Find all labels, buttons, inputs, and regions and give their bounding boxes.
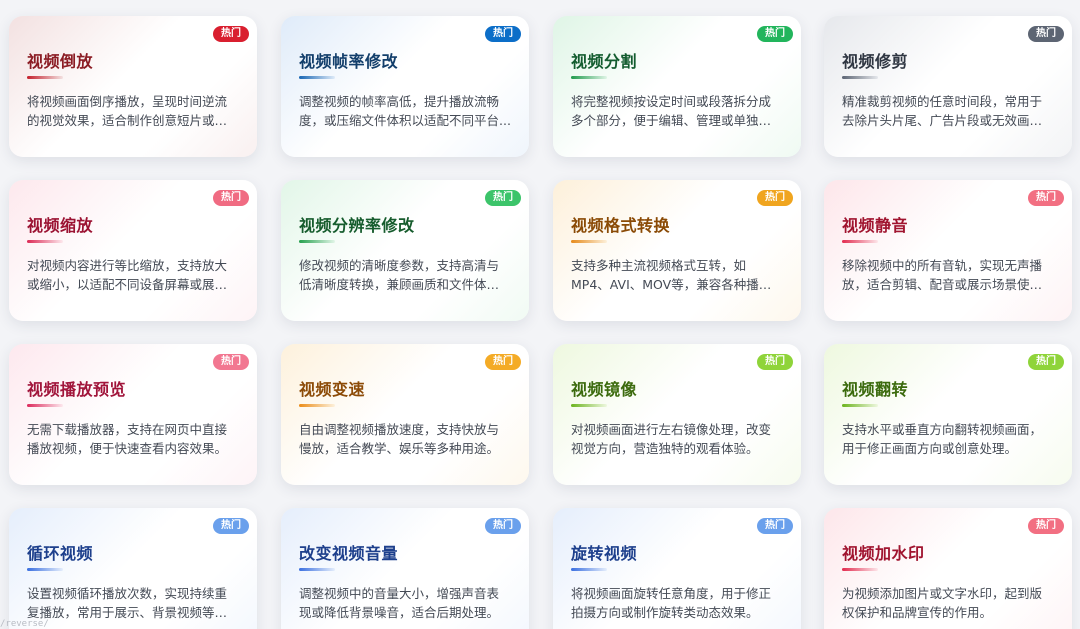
title-underline [27,76,63,79]
title-underline [842,240,878,243]
card-title: 视频倒放 [27,52,94,71]
card-title: 循环视频 [27,544,94,563]
tool-card[interactable]: 热门 视频缩放 对视频内容进行等比缩放，支持放大或缩小，以适配不同设备屏幕或展示… [9,180,257,321]
tool-card[interactable]: 热门 视频倒放 将视频画面倒序播放，呈现时间逆流的视觉效果，适合制作创意短片或特… [9,16,257,157]
card-title: 视频播放预览 [27,380,127,399]
card-title: 视频静音 [842,216,909,235]
card-description: 支持水平或垂直方向翻转视频画面，用于修正画面方向或创意处理。 [842,422,1043,456]
hot-badge: 热门 [757,518,793,534]
title-underline [842,568,878,571]
title-underline [299,568,335,571]
card-title: 视频分割 [571,52,638,71]
tool-card[interactable]: 热门 视频镜像 对视频画面进行左右镜像处理，改变视觉方向，营造独特的观看体验。 [553,344,801,485]
card-description: 对视频内容进行等比缩放，支持放大或缩小，以适配不同设备屏幕或展示需... [27,258,228,292]
hot-badge: 热门 [1028,354,1064,370]
hot-badge: 热门 [1028,190,1064,206]
tool-card[interactable]: 热门 循环视频 设置视频循环播放次数，实现持续重复播放，常用于展示、背景视频等场… [9,508,257,629]
tool-card[interactable]: 热门 视频修剪 精准裁剪视频的任意时间段，常用于去除片头片尾、广告片段或无效画面… [824,16,1072,157]
title-underline [299,240,335,243]
tool-card[interactable]: 热门 视频翻转 支持水平或垂直方向翻转视频画面，用于修正画面方向或创意处理。 [824,344,1072,485]
card-description: 将视频画面倒序播放，呈现时间逆流的视觉效果，适合制作创意短片或特效... [27,94,228,128]
hot-badge: 热门 [757,26,793,42]
hot-badge: 热门 [213,26,249,42]
card-description: 无需下载播放器，支持在网页中直接播放视频，便于快速查看内容效果。 [27,422,228,456]
tool-card[interactable]: 热门 改变视频音量 调整视频中的音量大小，增强声音表现或降低背景噪音，适合后期处… [281,508,529,629]
title-underline [27,404,63,407]
hot-badge: 热门 [485,518,521,534]
tool-card-grid: 热门 视频倒放 将视频画面倒序播放，呈现时间逆流的视觉效果，适合制作创意短片或特… [0,0,1080,629]
hot-badge: 热门 [485,26,521,42]
card-description: 设置视频循环播放次数，实现持续重复播放，常用于展示、背景视频等场景。 [27,586,228,620]
card-description: 精准裁剪视频的任意时间段，常用于去除片头片尾、广告片段或无效画面。 [842,94,1043,128]
title-underline [27,240,63,243]
hot-badge: 热门 [757,190,793,206]
url-hint-text: /reverse/ [0,619,49,629]
tool-card[interactable]: 热门 视频帧率修改 调整视频的帧率高低，提升播放流畅度，或压缩文件体积以适配不同… [281,16,529,157]
hot-badge: 热门 [757,354,793,370]
card-description: 移除视频中的所有音轨，实现无声播放，适合剪辑、配音或展示场景使用。 [842,258,1043,292]
tool-card[interactable]: 热门 视频静音 移除视频中的所有音轨，实现无声播放，适合剪辑、配音或展示场景使用… [824,180,1072,321]
hot-badge: 热门 [485,190,521,206]
tool-card[interactable]: 热门 视频分辨率修改 修改视频的清晰度参数，支持高清与低清晰度转换，兼顾画质和文… [281,180,529,321]
card-description: 为视频添加图片或文字水印，起到版权保护和品牌宣传的作用。 [842,586,1043,620]
card-description: 将视频画面旋转任意角度，用于修正拍摄方向或制作旋转类动态效果。 [571,586,772,620]
title-underline [842,404,878,407]
card-title: 视频加水印 [842,544,925,563]
hot-badge: 热门 [213,190,249,206]
card-title: 视频分辨率修改 [299,216,415,235]
title-underline [299,404,335,407]
card-description: 自由调整视频播放速度，支持快放与慢放，适合教学、娱乐等多种用途。 [299,422,500,456]
card-description: 调整视频中的音量大小，增强声音表现或降低背景噪音，适合后期处理。 [299,586,500,620]
hot-badge: 热门 [1028,26,1064,42]
hot-badge: 热门 [1028,518,1064,534]
tool-card[interactable]: 热门 视频分割 将完整视频按设定时间或段落拆分成多个部分，便于编辑、管理或单独使… [553,16,801,157]
title-underline [571,568,607,571]
card-title: 视频变速 [299,380,366,399]
tool-card[interactable]: 热门 视频加水印 为视频添加图片或文字水印，起到版权保护和品牌宣传的作用。 [824,508,1072,629]
tool-card[interactable]: 热门 视频格式转换 支持多种主流视频格式互转，如MP4、AVI、MOV等，兼容各… [553,180,801,321]
card-description: 支持多种主流视频格式互转，如MP4、AVI、MOV等，兼容各种播放设备和平... [571,258,772,292]
card-title: 视频修剪 [842,52,909,71]
card-title: 视频镜像 [571,380,638,399]
card-description: 调整视频的帧率高低，提升播放流畅度，或压缩文件体积以适配不同平台... [299,94,511,128]
card-title: 旋转视频 [571,544,638,563]
title-underline [571,76,607,79]
card-title: 视频格式转换 [571,216,671,235]
card-title: 改变视频音量 [299,544,399,563]
card-description: 对视频画面进行左右镜像处理，改变视觉方向，营造独特的观看体验。 [571,422,772,456]
tool-card[interactable]: 热门 旋转视频 将视频画面旋转任意角度，用于修正拍摄方向或制作旋转类动态效果。 [553,508,801,629]
card-description: 修改视频的清晰度参数，支持高清与低清晰度转换，兼顾画质和文件体积。 [299,258,500,292]
tool-card[interactable]: 热门 视频变速 自由调整视频播放速度，支持快放与慢放，适合教学、娱乐等多种用途。 [281,344,529,485]
hot-badge: 热门 [213,354,249,370]
title-underline [27,568,63,571]
title-underline [299,76,335,79]
title-underline [571,404,607,407]
title-underline [842,76,878,79]
card-title: 视频缩放 [27,216,94,235]
title-underline [571,240,607,243]
card-title: 视频翻转 [842,380,909,399]
hot-badge: 热门 [213,518,249,534]
card-description: 将完整视频按设定时间或段落拆分成多个部分，便于编辑、管理或单独使用。 [571,94,772,128]
hot-badge: 热门 [485,354,521,370]
card-title: 视频帧率修改 [299,52,399,71]
tool-card[interactable]: 热门 视频播放预览 无需下载播放器，支持在网页中直接播放视频，便于快速查看内容效… [9,344,257,485]
